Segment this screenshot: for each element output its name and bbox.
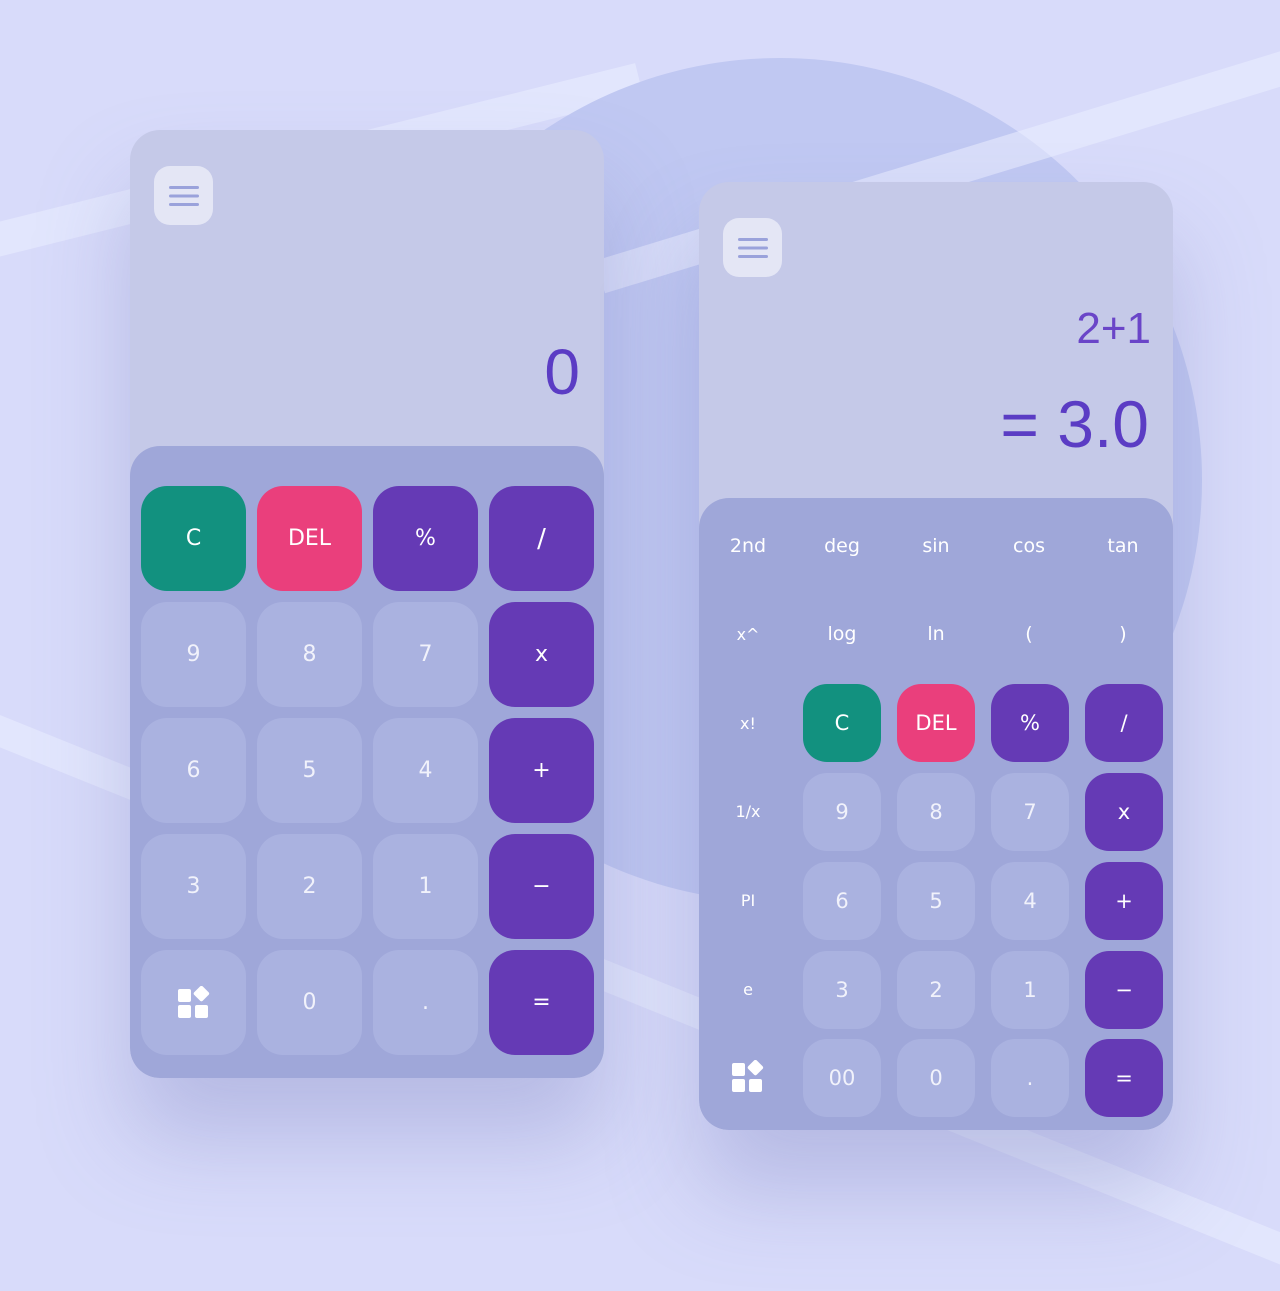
tangent-button[interactable]: tan xyxy=(1083,526,1163,566)
decimal-button[interactable]: . xyxy=(373,950,478,1055)
keypad: C DEL % / 9 8 7 x 6 5 4 + 3 2 1 − 0 . = xyxy=(130,446,604,1078)
digit-5-button[interactable]: 5 xyxy=(257,718,362,823)
apps-button[interactable] xyxy=(708,1057,788,1097)
digit-1-button[interactable]: 1 xyxy=(991,951,1069,1029)
result-display: = 3.0 xyxy=(1000,387,1149,461)
equals-button[interactable]: = xyxy=(489,950,594,1055)
pi-button[interactable]: PI xyxy=(708,880,788,920)
clear-button[interactable]: C xyxy=(141,486,246,591)
cosine-button[interactable]: cos xyxy=(989,526,1069,566)
add-button[interactable]: + xyxy=(489,718,594,823)
digit-2-button[interactable]: 2 xyxy=(897,951,975,1029)
percent-button[interactable]: % xyxy=(991,684,1069,762)
multiply-button[interactable]: x xyxy=(489,602,594,707)
digit-0-button[interactable]: 0 xyxy=(257,950,362,1055)
hamburger-menu-icon xyxy=(737,237,768,258)
divide-button[interactable]: / xyxy=(489,486,594,591)
reciprocal-button[interactable]: 1/x xyxy=(708,791,788,831)
percent-button[interactable]: % xyxy=(373,486,478,591)
digit-7-button[interactable]: 7 xyxy=(991,773,1069,851)
multiply-button[interactable]: x xyxy=(1085,773,1163,851)
log-button[interactable]: log xyxy=(802,614,882,654)
digit-3-button[interactable]: 3 xyxy=(803,951,881,1029)
digit-2-button[interactable]: 2 xyxy=(257,834,362,939)
hamburger-menu-icon xyxy=(168,185,199,206)
digit-1-button[interactable]: 1 xyxy=(373,834,478,939)
open-paren-button[interactable]: ( xyxy=(989,614,1069,654)
subtract-button[interactable]: − xyxy=(489,834,594,939)
divide-button[interactable]: / xyxy=(1085,684,1163,762)
digit-9-button[interactable]: 9 xyxy=(803,773,881,851)
grid-shapes-icon xyxy=(732,1060,764,1092)
digit-5-button[interactable]: 5 xyxy=(897,862,975,940)
scientific-calculator: 2+1 = 3.0 2nd deg sin cos tan x^ log ln … xyxy=(699,182,1173,1130)
delete-button[interactable]: DEL xyxy=(897,684,975,762)
sine-button[interactable]: sin xyxy=(896,526,976,566)
clear-button[interactable]: C xyxy=(803,684,881,762)
menu-button[interactable] xyxy=(723,218,782,277)
digit-9-button[interactable]: 9 xyxy=(141,602,246,707)
keypad: 2nd deg sin cos tan x^ log ln ( ) x! C D… xyxy=(699,498,1173,1130)
basic-calculator: 0 C DEL % / 9 8 7 x 6 5 4 + 3 2 1 − 0 . xyxy=(130,130,604,1078)
digit-4-button[interactable]: 4 xyxy=(373,718,478,823)
digit-8-button[interactable]: 8 xyxy=(257,602,362,707)
degree-mode-button[interactable]: deg xyxy=(802,526,882,566)
subtract-button[interactable]: − xyxy=(1085,951,1163,1029)
equals-button[interactable]: = xyxy=(1085,1039,1163,1117)
second-function-button[interactable]: 2nd xyxy=(708,526,788,566)
digit-6-button[interactable]: 6 xyxy=(141,718,246,823)
close-paren-button[interactable]: ) xyxy=(1083,614,1163,654)
apps-button[interactable] xyxy=(141,950,246,1055)
digit-0-button[interactable]: 0 xyxy=(897,1039,975,1117)
decimal-button[interactable]: . xyxy=(991,1039,1069,1117)
power-button[interactable]: x^ xyxy=(708,614,788,654)
natural-log-button[interactable]: ln xyxy=(896,614,976,654)
digit-7-button[interactable]: 7 xyxy=(373,602,478,707)
euler-button[interactable]: e xyxy=(708,969,788,1009)
digit-6-button[interactable]: 6 xyxy=(803,862,881,940)
result-display: 0 xyxy=(544,336,580,408)
menu-button[interactable] xyxy=(154,166,213,225)
grid-shapes-icon xyxy=(177,985,209,1018)
digit-3-button[interactable]: 3 xyxy=(141,834,246,939)
factorial-button[interactable]: x! xyxy=(708,703,788,743)
digit-4-button[interactable]: 4 xyxy=(991,862,1069,940)
add-button[interactable]: + xyxy=(1085,862,1163,940)
double-zero-button[interactable]: 00 xyxy=(803,1039,881,1117)
digit-8-button[interactable]: 8 xyxy=(897,773,975,851)
expression-display: 2+1 xyxy=(1076,304,1151,353)
delete-button[interactable]: DEL xyxy=(257,486,362,591)
